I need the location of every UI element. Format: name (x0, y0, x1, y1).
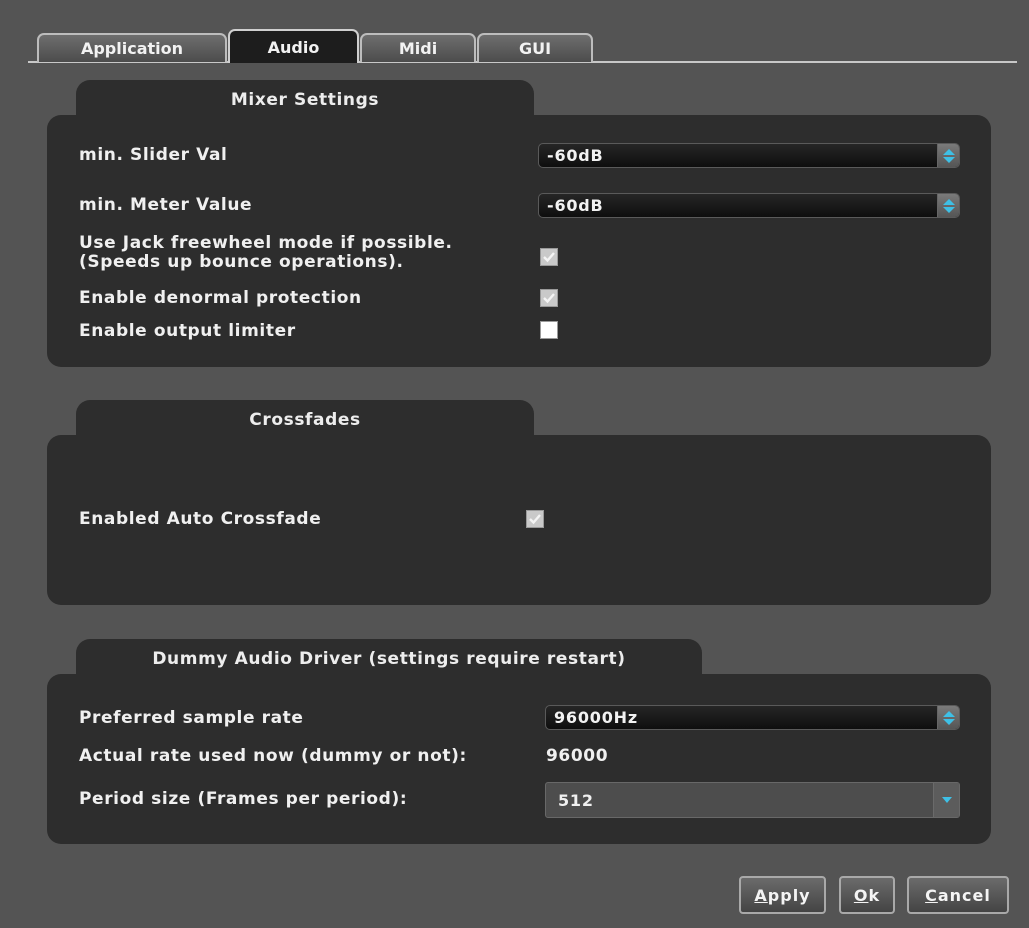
ok-label: k (868, 885, 881, 905)
spinbox-value: 96000Hz (554, 708, 638, 727)
spinbox-value: -60dB (547, 196, 604, 215)
checkmark-icon (529, 514, 541, 525)
spin-arrows-icon[interactable] (937, 194, 959, 217)
min-meter-spinbox[interactable]: -60dB (538, 193, 960, 218)
mixer-settings-header: Mixer Settings (76, 80, 534, 120)
tab-label: Midi (398, 39, 438, 58)
freewheel-label: Use Jack freewheel mode if possible. (Spe… (79, 234, 453, 272)
actual-rate-label: Actual rate used now (dummy or not): (79, 746, 467, 766)
freewheel-label-line1: Use Jack freewheel mode if possible. (79, 233, 453, 253)
tab-gui[interactable]: GUI (477, 33, 593, 62)
apply-mnemonic: A (754, 885, 768, 905)
ok-button[interactable]: Ok (839, 876, 895, 914)
sample-rate-spinbox[interactable]: 96000Hz (545, 705, 960, 730)
cancel-button[interactable]: Cancel (907, 876, 1009, 914)
apply-label: pply (767, 885, 811, 905)
period-size-label: Period size (Frames per period): (79, 789, 408, 809)
freewheel-checkbox[interactable] (540, 248, 558, 266)
auto-crossfade-label: Enabled Auto Crossfade (79, 509, 322, 529)
min-slider-spinbox[interactable]: -60dB (538, 143, 960, 168)
tab-label: Application (80, 39, 184, 58)
tab-audio[interactable]: Audio (228, 29, 359, 63)
min-meter-label: min. Meter Value (79, 195, 253, 215)
denormal-label: Enable denormal protection (79, 288, 362, 308)
tab-label: GUI (518, 39, 552, 58)
ok-mnemonic: O (853, 885, 869, 905)
tab-midi[interactable]: Midi (360, 33, 476, 62)
group-title: Dummy Audio Driver (settings require res… (152, 649, 626, 669)
checkmark-icon (543, 252, 555, 263)
freewheel-label-line2: (Speeds up bounce operations). (79, 252, 404, 272)
cancel-label: ancel (937, 885, 991, 905)
combobox-value: 512 (558, 790, 594, 810)
auto-crossfade-checkbox[interactable] (526, 510, 544, 528)
dummy-driver-header: Dummy Audio Driver (settings require res… (76, 639, 702, 679)
actual-rate-value: 96000 (546, 746, 609, 766)
spin-arrows-icon[interactable] (937, 144, 959, 167)
apply-button[interactable]: Apply (739, 876, 826, 914)
limiter-checkbox[interactable] (540, 321, 558, 339)
tab-application[interactable]: Application (37, 33, 227, 62)
checkmark-icon (543, 293, 555, 304)
period-size-combobox[interactable]: 512 (545, 782, 960, 818)
group-title: Mixer Settings (230, 90, 380, 110)
spin-arrows-icon[interactable] (937, 706, 959, 729)
limiter-label: Enable output limiter (79, 321, 296, 341)
spinbox-value: -60dB (547, 146, 604, 165)
group-title: Crossfades (249, 410, 361, 430)
cancel-mnemonic: C (925, 885, 938, 905)
crossfades-header: Crossfades (76, 400, 534, 440)
denormal-checkbox[interactable] (540, 289, 558, 307)
min-slider-label: min. Slider Val (79, 145, 228, 165)
chevron-down-icon[interactable] (933, 783, 959, 817)
tab-label: Audio (267, 37, 320, 57)
sample-rate-label: Preferred sample rate (79, 708, 304, 728)
